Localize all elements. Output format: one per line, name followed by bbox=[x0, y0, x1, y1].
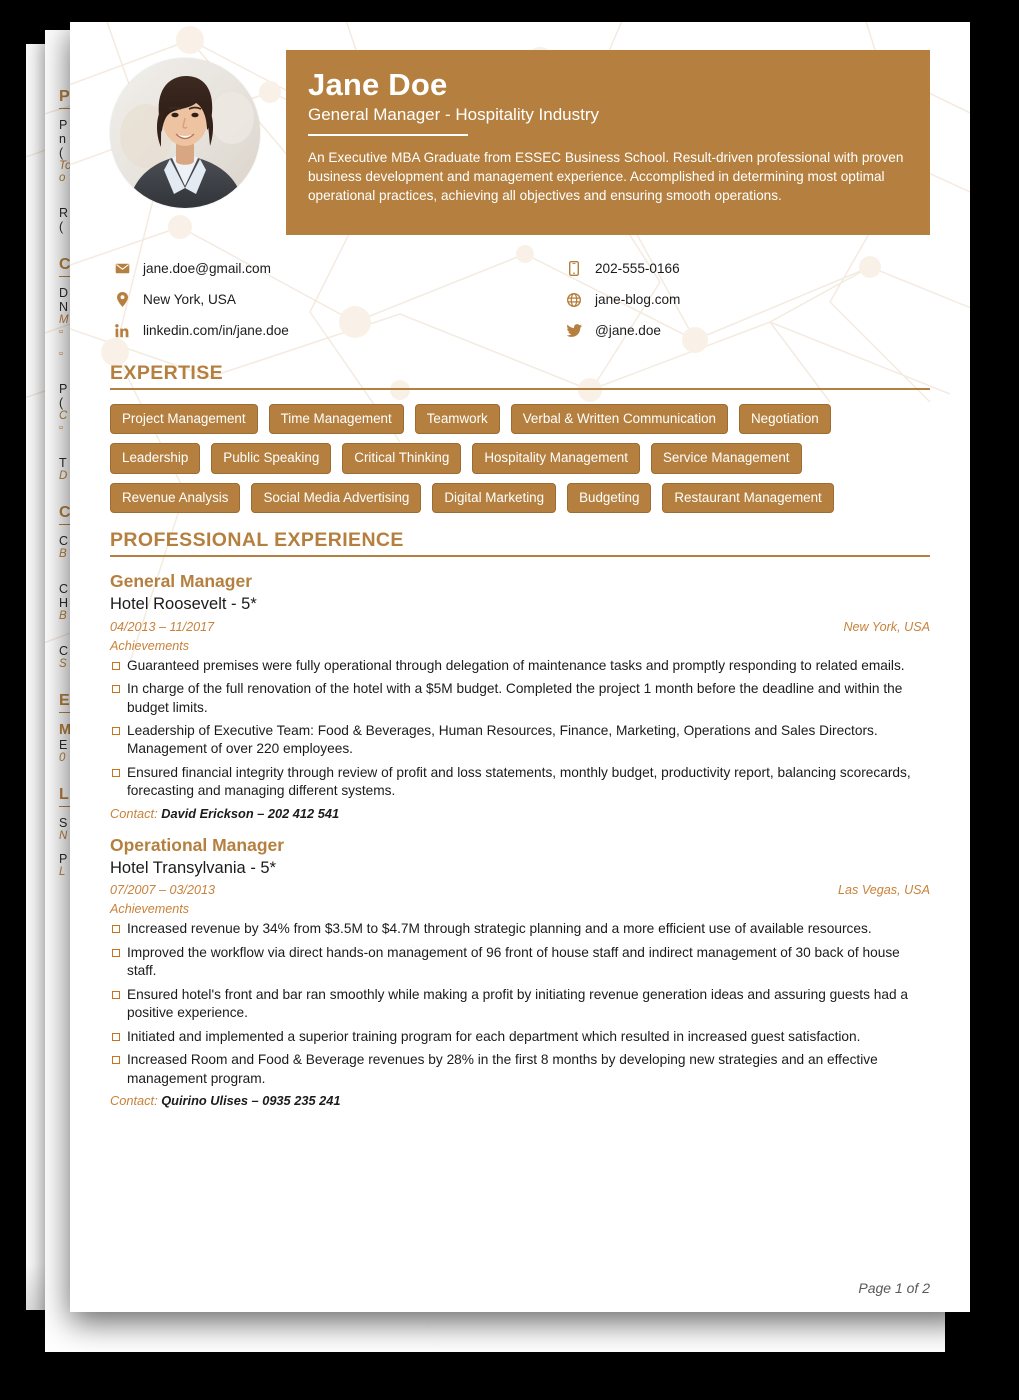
expertise-tag-list: Project Management Time Management Teamwor… bbox=[110, 404, 930, 514]
linkedin-icon bbox=[114, 323, 130, 338]
job-organization: Hotel Roosevelt - 5* bbox=[110, 595, 257, 614]
achievement-item: Improved the workflow via direct hands-o… bbox=[110, 944, 930, 981]
expertise-tag[interactable]: Digital Marketing bbox=[432, 482, 557, 514]
achievement-list: Guaranteed premises were fully operation… bbox=[110, 657, 930, 801]
expertise-tag[interactable]: Hospitality Management bbox=[472, 443, 640, 474]
achievement-item: Leadership of Executive Team: Food & Bev… bbox=[110, 722, 930, 759]
contact-label: Contact: bbox=[110, 1093, 162, 1109]
contact-row-twitter[interactable]: @jane.doe bbox=[566, 315, 930, 346]
contact-label: Contact: bbox=[110, 805, 162, 821]
achievement-item: Ensured hotel's front and bar ran smooth… bbox=[110, 986, 930, 1023]
profile-summary: An Executive MBA Graduate from ESSEC Bus… bbox=[308, 149, 904, 204]
job-meta: 07/2007 – 03/2013 Las Vegas, USA bbox=[110, 883, 930, 897]
expertise-tag[interactable]: Negotiation bbox=[738, 404, 831, 435]
achievement-item: Initiated and implemented a superior tra… bbox=[110, 1028, 930, 1046]
expertise-heading: EXPERTISE bbox=[110, 362, 930, 390]
screenshot-canvas: Page 2 of 2 P P n ( bbox=[0, 0, 1019, 1400]
job-location: New York, USA bbox=[843, 619, 930, 634]
job-dates: 04/2013 – 11/2017 bbox=[110, 619, 215, 634]
job-list: General Manager Hotel Roosevelt - 5* 04/20… bbox=[110, 571, 930, 1108]
contact-value: Quirino Ulises – 0935 235 241 bbox=[161, 1093, 341, 1109]
expertise-tag[interactable]: Critical Thinking bbox=[342, 443, 462, 474]
expertise-tag[interactable]: Public Speaking bbox=[211, 443, 332, 474]
experience-section: PROFESSIONAL EXPERIENCE General Manager H… bbox=[110, 529, 930, 1108]
job-location: Las Vegas, USA bbox=[838, 883, 930, 898]
resume-header: Jane Doe General Manager - Hospitality I… bbox=[110, 50, 930, 235]
phone-icon bbox=[566, 261, 582, 276]
page-number-footer: Page 1 of 2 bbox=[858, 1280, 930, 1296]
map-pin-icon bbox=[114, 292, 130, 307]
job-organization: Hotel Transylvania - 5* bbox=[110, 858, 276, 877]
avatar bbox=[110, 58, 260, 208]
job-meta: 04/2013 – 11/2017 New York, USA bbox=[110, 620, 930, 634]
job-reference-contact: Contact: David Erickson – 202 412 541 bbox=[110, 806, 930, 821]
job-entry: Operational Manager Hotel Transylvania - … bbox=[110, 835, 930, 1108]
profile-photo bbox=[110, 58, 260, 208]
expertise-tag[interactable]: Teamwork bbox=[414, 404, 500, 435]
page-title: Jane Doe bbox=[308, 67, 448, 102]
expertise-tag[interactable]: Restaurant Management bbox=[662, 482, 834, 514]
twitter-icon bbox=[566, 324, 582, 337]
header-banner: Jane Doe General Manager - Hospitality I… bbox=[286, 50, 930, 235]
expertise-tag[interactable]: Social Media Advertising bbox=[251, 482, 422, 514]
experience-heading: PROFESSIONAL EXPERIENCE bbox=[110, 529, 930, 558]
envelope-icon bbox=[114, 263, 130, 274]
website-value: jane-blog.com bbox=[595, 292, 681, 307]
twitter-value: @jane.doe bbox=[595, 323, 661, 338]
achievements-label: Achievements bbox=[110, 902, 190, 917]
expertise-tag[interactable]: Verbal & Written Communication bbox=[510, 404, 728, 435]
contact-column-right: 202-555-0166 jane-blog.com @jane.doe bbox=[522, 253, 930, 346]
email-value: jane.doe@gmail.com bbox=[143, 261, 271, 276]
contact-row-phone[interactable]: 202-555-0166 bbox=[566, 253, 930, 284]
contact-row-website[interactable]: jane-blog.com bbox=[566, 284, 930, 315]
expertise-tag[interactable]: Revenue Analysis bbox=[110, 482, 241, 514]
contact-value: David Erickson – 202 412 541 bbox=[161, 805, 340, 821]
contact-column-left: jane.doe@gmail.com New York, USA linkedi… bbox=[114, 253, 522, 346]
job-dates: 07/2007 – 03/2013 bbox=[110, 883, 216, 898]
job-role: General Manager bbox=[110, 571, 252, 592]
contact-details: jane.doe@gmail.com New York, USA linkedi… bbox=[110, 253, 930, 346]
phone-value: 202-555-0166 bbox=[595, 261, 680, 276]
contact-row-linkedin[interactable]: linkedin.com/in/jane.doe bbox=[114, 315, 522, 346]
location-value: New York, USA bbox=[143, 292, 236, 307]
title-underline bbox=[308, 133, 468, 136]
job-role: Operational Manager bbox=[110, 834, 285, 855]
globe-icon bbox=[566, 292, 582, 307]
expertise-tag[interactable]: Project Management bbox=[110, 404, 258, 435]
expertise-tag[interactable]: Leadership bbox=[110, 443, 201, 474]
expertise-section: EXPERTISE Project Management Time Managem… bbox=[110, 362, 930, 514]
job-title-subtitle: General Manager - Hospitality Industry bbox=[308, 104, 600, 124]
job-entry: General Manager Hotel Roosevelt - 5* 04/20… bbox=[110, 571, 930, 821]
achievement-item: In charge of the full renovation of the … bbox=[110, 680, 930, 717]
resume-page-1: Jane Doe General Manager - Hospitality I… bbox=[70, 22, 970, 1312]
achievement-item: Guaranteed premises were fully operation… bbox=[110, 657, 930, 675]
expertise-tag[interactable]: Service Management bbox=[650, 443, 802, 474]
expertise-tag[interactable]: Budgeting bbox=[567, 482, 652, 514]
achievement-item: Increased revenue by 34% from $3.5M to $… bbox=[110, 920, 930, 938]
expertise-tag[interactable]: Time Management bbox=[268, 404, 404, 435]
achievements-label: Achievements bbox=[110, 638, 190, 653]
achievement-list: Increased revenue by 34% from $3.5M to $… bbox=[110, 920, 930, 1088]
linkedin-value: linkedin.com/in/jane.doe bbox=[143, 323, 289, 338]
achievement-item: Ensured financial integrity through revi… bbox=[110, 764, 930, 801]
contact-row-email[interactable]: jane.doe@gmail.com bbox=[114, 253, 522, 284]
job-reference-contact: Contact: Quirino Ulises – 0935 235 241 bbox=[110, 1093, 930, 1108]
achievement-item: Increased Room and Food & Beverage reven… bbox=[110, 1051, 930, 1088]
contact-row-location[interactable]: New York, USA bbox=[114, 284, 522, 315]
